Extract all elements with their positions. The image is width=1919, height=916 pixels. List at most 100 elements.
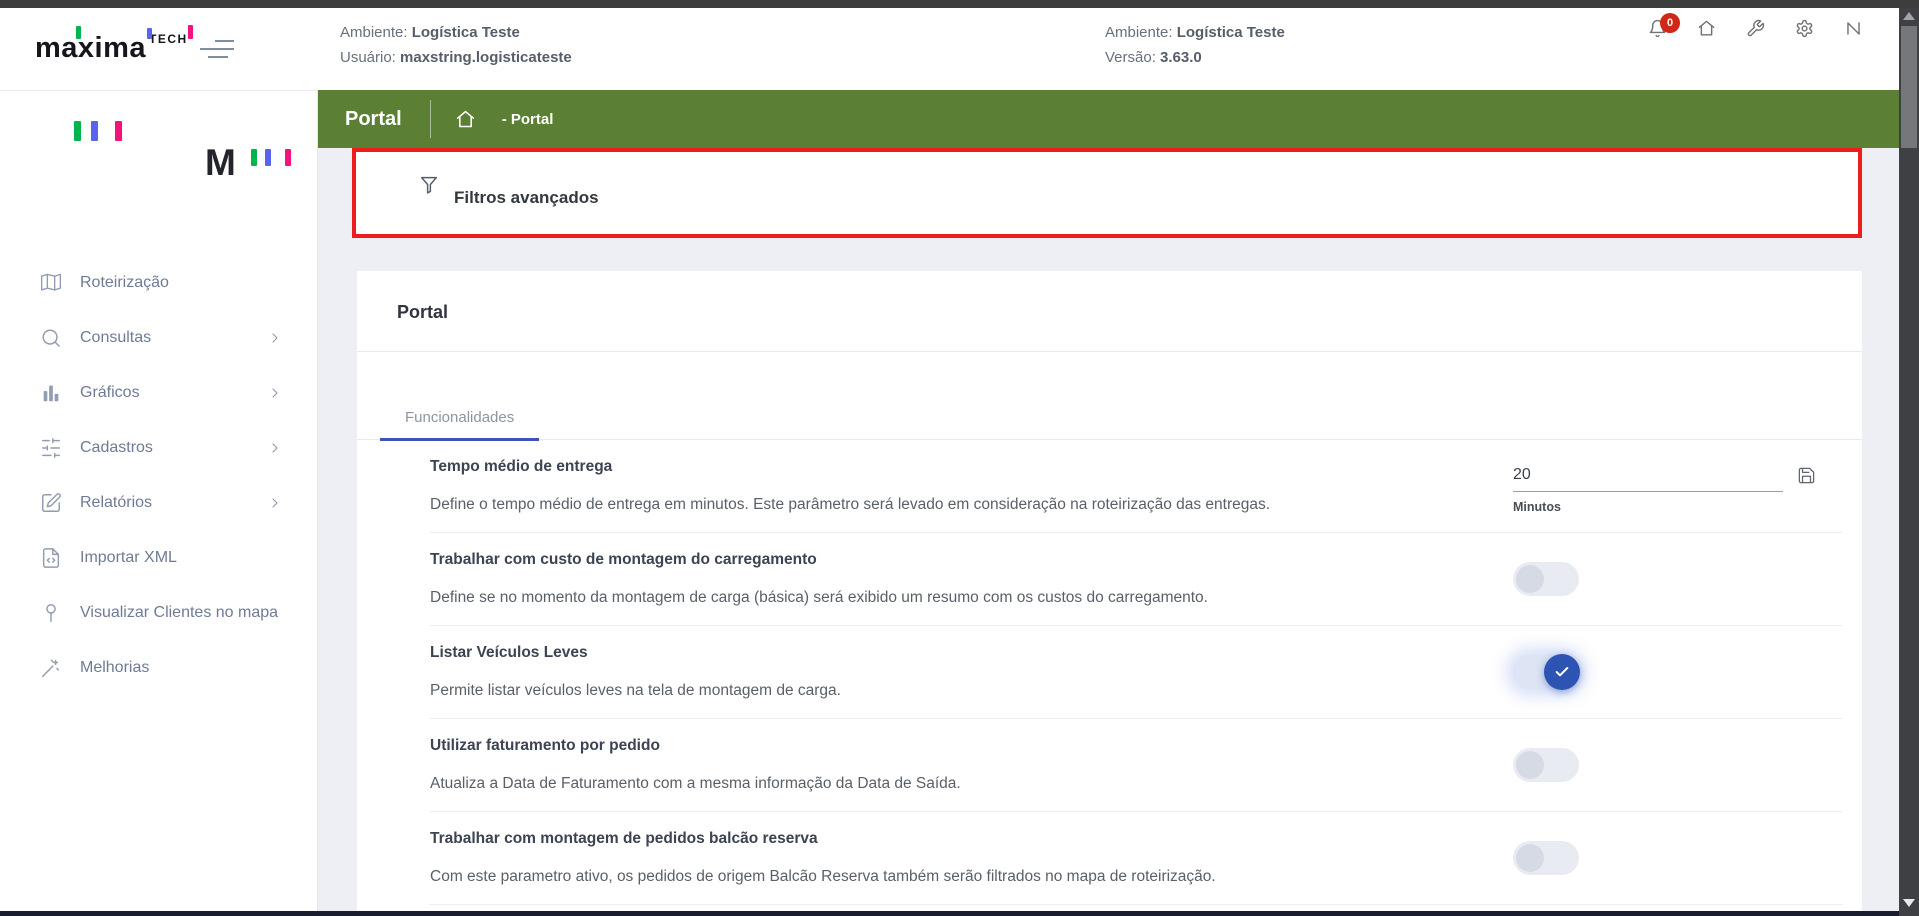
notification-badge: 0 <box>1660 13 1680 33</box>
advanced-filters-panel[interactable]: Filtros avançados <box>352 148 1862 238</box>
setting-title: Trabalhar com montagem de pedidos balcão… <box>430 830 1450 848</box>
file-xml-icon <box>40 547 62 569</box>
breadcrumb-divider <box>430 100 431 138</box>
logo-tick-pink <box>188 25 193 39</box>
environment-version-info: Ambiente: Logística Teste Versão: 3.63.0 <box>1105 20 1285 70</box>
settings-rows: Tempo médio de entrega Define o tempo mé… <box>357 440 1862 905</box>
sidebar-item-label: Roteirização <box>80 272 280 293</box>
card-title: Portal <box>357 271 1862 351</box>
sidebar-item-label: Gráficos <box>80 382 267 403</box>
vertical-scrollbar[interactable] <box>1899 0 1919 916</box>
setting-description: Permite listar veículos leves na tela de… <box>430 682 1450 700</box>
setting-row: Tempo médio de entrega Define o tempo mé… <box>430 440 1842 533</box>
sidebar-item-label: Consultas <box>80 327 267 348</box>
logo-m-mark: M <box>205 144 236 181</box>
maxima-logo: maximaTECH <box>35 32 188 65</box>
sidebar: M Roteirização Consultas Gráficos Cadast… <box>0 90 318 916</box>
minutes-input-group: 20 Minutos <box>1513 466 1783 514</box>
portal-settings-card: Portal Funcionalidades Tempo médio de en… <box>357 271 1862 911</box>
sidebar-logo: M <box>0 91 317 231</box>
chevron-right-icon <box>267 385 283 401</box>
scrollbar-thumb[interactable] <box>1901 26 1917 148</box>
setting-title: Trabalhar com custo de montagem do carre… <box>430 551 1450 569</box>
toggle-switch[interactable] <box>1513 655 1579 689</box>
logo-bars-icon <box>251 149 291 166</box>
sidebar-item-graficos[interactable]: Gráficos <box>0 365 317 420</box>
sidebar-item-cadastros[interactable]: Cadastros <box>0 420 317 475</box>
home-icon <box>1697 19 1716 38</box>
window-top-edge <box>0 0 1919 8</box>
settings-button[interactable] <box>1795 19 1814 38</box>
toggle-switch[interactable] <box>1513 562 1579 596</box>
pin-icon <box>40 602 62 624</box>
toggle-knob <box>1544 654 1580 690</box>
logo-tick-green <box>76 26 81 39</box>
toggle-knob <box>1516 844 1544 872</box>
toggle-switch[interactable] <box>1513 748 1579 782</box>
setting-row: Trabalhar com montagem de pedidos balcão… <box>430 812 1842 905</box>
toggle-knob <box>1516 751 1544 779</box>
sidebar-item-label: Melhorias <box>80 657 280 678</box>
sidebar-item-importar-xml[interactable]: Importar XML <box>0 530 317 585</box>
environment-user-info: Ambiente: Logística Teste Usuário: maxst… <box>340 20 572 70</box>
sliders-icon <box>40 437 62 459</box>
notifications-button[interactable]: 0 <box>1648 19 1667 38</box>
setting-row: Utilizar faturamento por pedido Atualiza… <box>430 719 1842 812</box>
sidebar-item-roteirizacao[interactable]: Roteirização <box>0 255 317 310</box>
setting-title: Tempo médio de entrega <box>430 458 1450 476</box>
logo-word: maxima <box>35 32 146 64</box>
nfe-button[interactable] <box>1844 19 1863 38</box>
setting-description: Atualiza a Data de Faturamento com a mes… <box>430 775 1450 793</box>
setting-title: Utilizar faturamento por pedido <box>430 737 1450 755</box>
sidebar-item-relatorios[interactable]: Relatórios <box>0 475 317 530</box>
page-header-bar: Portal - Portal <box>318 90 1899 148</box>
setting-title: Listar Veículos Leves <box>430 644 1450 662</box>
header-icons: 0 <box>1648 19 1863 38</box>
logo-bars-icon <box>74 121 122 141</box>
breadcrumb-home-icon[interactable] <box>455 109 476 130</box>
sidebar-item-consultas[interactable]: Consultas <box>0 310 317 365</box>
map-icon <box>40 272 62 294</box>
sidebar-item-label: Cadastros <box>80 437 267 458</box>
scroll-down-arrow-icon[interactable] <box>1903 899 1915 907</box>
chevron-right-icon <box>267 440 283 456</box>
filters-label: Filtros avançados <box>454 188 599 208</box>
search-icon <box>40 327 62 349</box>
logo-tech: TECH <box>149 32 188 46</box>
scroll-up-arrow-icon[interactable] <box>1903 12 1915 20</box>
setting-row: Trabalhar com custo de montagem do carre… <box>430 533 1842 626</box>
main-content: Portal - Portal Filtros avançados Portal… <box>318 90 1899 916</box>
setting-description: Define se no momento da montagem de carg… <box>430 589 1450 607</box>
window-bottom-edge <box>0 911 1899 916</box>
filter-icon <box>418 174 440 196</box>
page-title: Portal <box>345 108 402 131</box>
toggle-knob <box>1516 565 1544 593</box>
logo-tick-blue <box>147 28 152 39</box>
gear-icon <box>1795 19 1814 38</box>
tools-button[interactable] <box>1746 19 1765 38</box>
sidebar-item-label: Relatórios <box>80 492 267 513</box>
toggle-switch[interactable] <box>1513 841 1579 875</box>
sidebar-item-label: Importar XML <box>80 547 280 568</box>
app-header: maximaTECH Ambiente: Logística Teste Usu… <box>0 8 1899 90</box>
sidebar-item-visualizar-clientes-no-mapa[interactable]: Visualizar Clientes no mapa <box>0 585 317 640</box>
setting-description: Define o tempo médio de entrega em minut… <box>430 496 1450 514</box>
chevron-right-icon <box>267 495 283 511</box>
home-button[interactable] <box>1697 19 1716 38</box>
breadcrumb: - Portal <box>502 111 554 128</box>
tab-funcionalidades[interactable]: Funcionalidades <box>380 409 539 439</box>
minutes-input[interactable]: 20 <box>1513 466 1783 492</box>
tabs-bar: Funcionalidades <box>357 352 1862 440</box>
chevron-right-icon <box>267 330 283 346</box>
wand-icon <box>40 657 62 679</box>
nfe-icon <box>1844 19 1863 38</box>
save-icon[interactable] <box>1797 466 1816 485</box>
edit-icon <box>40 492 62 514</box>
sidebar-item-melhorias[interactable]: Melhorias <box>0 640 317 695</box>
input-unit-label: Minutos <box>1513 500 1783 514</box>
setting-row: Listar Veículos Leves Permite listar veí… <box>430 626 1842 719</box>
setting-description: Com este parametro ativo, os pedidos de … <box>430 868 1450 886</box>
chart-icon <box>40 382 62 404</box>
menu-toggle-icon[interactable] <box>200 40 234 64</box>
wrench-icon <box>1746 19 1765 38</box>
